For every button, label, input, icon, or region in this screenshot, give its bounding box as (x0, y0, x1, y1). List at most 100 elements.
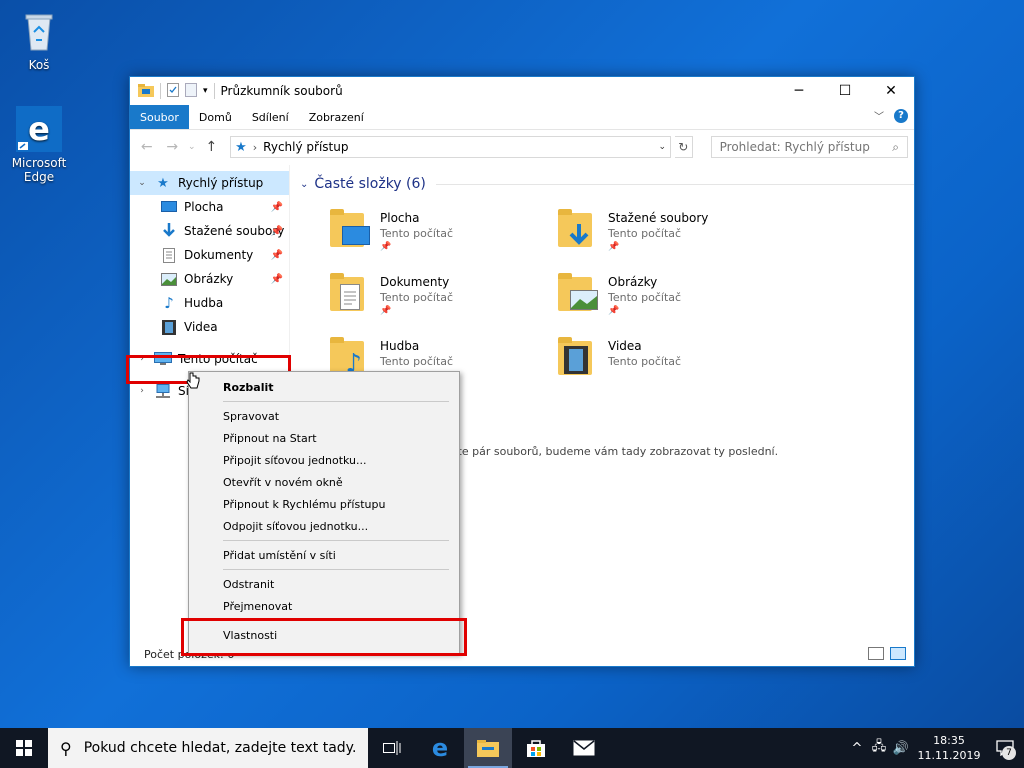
tab-view[interactable]: Zobrazení (299, 105, 374, 129)
search-input[interactable] (719, 140, 880, 154)
network-tray-icon[interactable]: 🖧 (868, 737, 890, 759)
star-icon: ★ (235, 139, 247, 155)
collapse-chevron-icon[interactable]: ⌄ (300, 179, 308, 190)
nav-item-desktop[interactable]: Plocha 📌 (130, 195, 289, 219)
folder-tile-downloads[interactable]: Stažené soubory Tento počítač 📌 (558, 209, 778, 269)
taskbar-mail[interactable] (560, 728, 608, 768)
tab-home[interactable]: Domů (189, 105, 242, 129)
large-icons-view-icon[interactable] (890, 647, 906, 660)
breadcrumb-separator-icon[interactable]: › (253, 141, 257, 154)
taskbar-store[interactable] (512, 728, 560, 768)
folder-tile-desktop[interactable]: Plocha Tento počítač 📌 (330, 209, 550, 269)
title-bar[interactable]: ▾ Průzkumník souborů ─ ☐ ✕ (130, 77, 914, 105)
expand-chevron-icon[interactable]: › (136, 386, 148, 396)
context-menu: Rozbalit Spravovat Připnout na Start Při… (188, 371, 460, 654)
volume-icon[interactable]: 🔊 (890, 741, 912, 756)
menu-item-pin-to-start[interactable]: Připnout na Start (189, 427, 459, 449)
recycle-bin-label: Koš (28, 58, 50, 72)
folder-tile-pictures[interactable]: Obrázky Tento počítač 📌 (558, 273, 778, 333)
folder-location: Tento počítač (608, 291, 682, 304)
pin-icon: 📌 (270, 273, 283, 285)
close-button[interactable]: ✕ (868, 77, 914, 105)
search-box[interactable]: ⌕ (710, 136, 909, 158)
nav-item-videos[interactable]: Videa (130, 315, 289, 339)
pin-icon: 📌 (380, 242, 392, 252)
highlight-properties (181, 618, 467, 656)
nav-label: Dokumenty (184, 248, 254, 262)
maximize-button[interactable]: ☐ (822, 77, 868, 105)
customize-qat-dropdown[interactable]: ▾ (203, 86, 208, 96)
new-folder-qat-icon[interactable] (185, 82, 197, 100)
menu-item-manage[interactable]: Spravovat (189, 405, 459, 427)
nav-item-documents[interactable]: Dokumenty 📌 (130, 243, 289, 267)
details-view-icon[interactable] (868, 647, 884, 660)
taskbar-search-box[interactable]: ⚲ Pokud chcete hledat, zadejte text tady… (48, 728, 368, 768)
edge-desktop-icon[interactable]: e Microsoft Edge (4, 106, 74, 184)
videos-folder-icon (558, 337, 602, 379)
recent-locations-dropdown[interactable]: ⌄ (187, 142, 197, 152)
menu-item-delete[interactable]: Odstranit (189, 573, 459, 595)
pin-icon: 📌 (270, 225, 283, 237)
menu-item-rename[interactable]: Přejmenovat (189, 595, 459, 617)
menu-item-pin-quick-access[interactable]: Připnout k Rychlému přístupu (189, 493, 459, 515)
tab-file[interactable]: Soubor (130, 105, 189, 129)
properties-qat-icon[interactable] (167, 82, 179, 100)
collapse-chevron-icon[interactable]: ⌄ (136, 178, 148, 188)
svg-text:e: e (28, 110, 50, 148)
menu-separator (223, 540, 449, 541)
ribbon-tabs: Soubor Domů Sdílení Zobrazení ﹀ ? (130, 105, 914, 130)
start-button[interactable] (0, 728, 48, 768)
desktop-folder-icon (330, 209, 374, 251)
forward-button[interactable]: → (161, 139, 182, 155)
nav-quick-access[interactable]: ⌄ ★ Rychlý přístup (130, 171, 289, 195)
nav-item-music[interactable]: ♪ Hudba (130, 291, 289, 315)
address-field[interactable]: ★ › Rychlý přístup ⌄ (230, 136, 672, 158)
folder-location: Tento počítač (380, 291, 454, 304)
taskbar-edge[interactable]: e (416, 728, 464, 768)
tab-share[interactable]: Sdílení (242, 105, 299, 129)
window-title: Průzkumník souborů (220, 84, 343, 98)
menu-item-add-network-location[interactable]: Přidat umístění v síti (189, 544, 459, 566)
window-controls: ─ ☐ ✕ (776, 77, 914, 105)
breadcrumb-quick-access[interactable]: Rychlý přístup (263, 140, 348, 154)
folder-tile-videos[interactable]: Videa Tento počítač (558, 337, 778, 397)
pin-icon: 📌 (608, 306, 620, 316)
folder-name: Obrázky (608, 275, 658, 289)
expand-ribbon-icon[interactable]: ﹀ (874, 108, 884, 123)
group-header-frequent[interactable]: ⌄ Časté složky (6) (300, 176, 914, 192)
menu-item-expand[interactable]: Rozbalit (189, 376, 459, 398)
address-dropdown-icon[interactable]: ⌄ (659, 142, 667, 152)
back-button[interactable]: ← (136, 139, 157, 155)
menu-item-map-network-drive[interactable]: Připojit síťovou jednotku... (189, 449, 459, 471)
group-title: Časté složky (6) (314, 176, 426, 192)
nav-label: Rychlý přístup (178, 176, 264, 190)
clock[interactable]: 18:35 11.11.2019 (912, 733, 986, 763)
nav-label: Plocha (184, 200, 224, 214)
folder-name: Plocha (380, 211, 420, 225)
menu-separator (223, 401, 449, 402)
address-bar-row: ← → ⌄ ↑ ★ › Rychlý přístup ⌄ ↻ ⌕ (130, 130, 914, 164)
help-icon[interactable]: ? (894, 108, 908, 123)
refresh-button[interactable]: ↻ (675, 136, 693, 158)
folder-name: Dokumenty (380, 275, 450, 289)
folder-tile-documents[interactable]: Dokumenty Tento počítač 📌 (330, 273, 550, 333)
recycle-bin-desktop-icon[interactable]: Koš (4, 8, 74, 72)
nav-item-pictures[interactable]: Obrázky 📌 (130, 267, 289, 291)
clock-time: 18:35 (933, 734, 965, 747)
nav-item-downloads[interactable]: Stažené soubory 📌 (130, 219, 289, 243)
up-button[interactable]: ↑ (201, 139, 222, 155)
menu-item-disconnect-network-drive[interactable]: Odpojit síťovou jednotku... (189, 515, 459, 537)
taskbar-search-placeholder: Pokud chcete hledat, zadejte text tady. (83, 740, 357, 756)
menu-item-open-new-window[interactable]: Otevřít v novém okně (189, 471, 459, 493)
show-hidden-icons-chevron-icon[interactable]: ^ (846, 741, 868, 756)
documents-icon (160, 247, 178, 263)
toolbar-separator (160, 83, 161, 99)
action-center-button[interactable]: 7 (986, 728, 1024, 768)
mail-icon (573, 740, 595, 756)
task-view-button[interactable] (368, 728, 416, 768)
downloads-folder-icon (558, 209, 602, 251)
minimize-button[interactable]: ─ (776, 77, 822, 105)
taskbar-file-explorer[interactable] (464, 728, 512, 768)
toolbar-separator (213, 83, 215, 99)
downloads-icon (160, 223, 178, 239)
